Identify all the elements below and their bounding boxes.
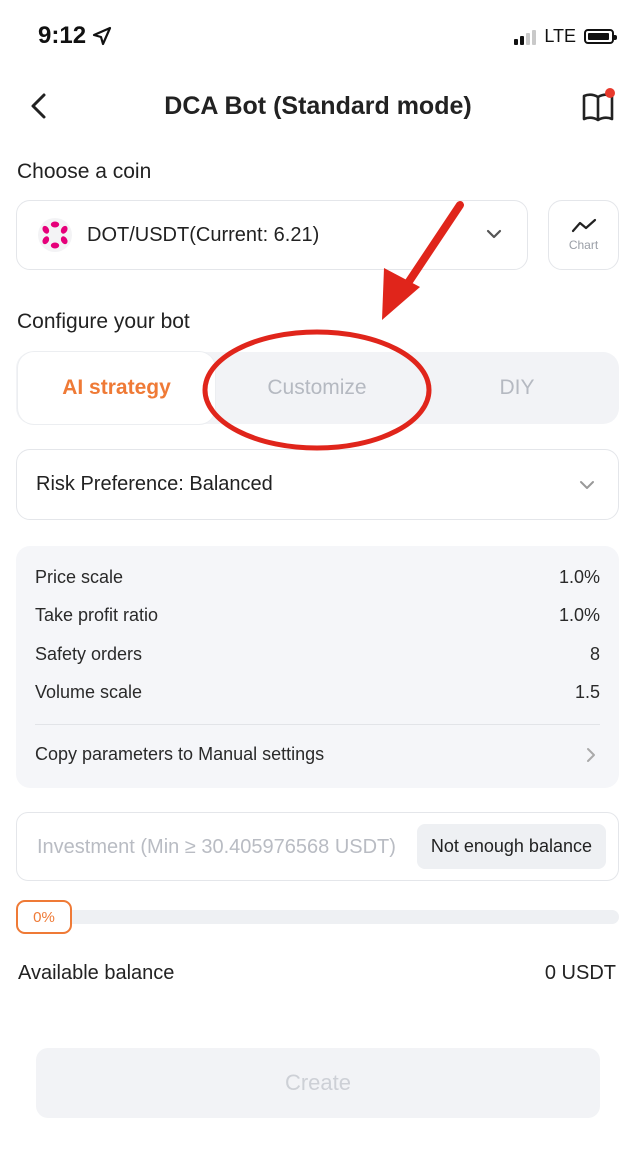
copy-parameters-label: Copy parameters to Manual settings [35, 744, 325, 764]
choose-coin-label: Choose a coin [17, 160, 152, 183]
annotation-arrow-head [382, 268, 420, 320]
location-arrow-icon [92, 26, 112, 46]
tab-diy[interactable]: DIY [417, 352, 617, 424]
polkadot-logo-icon [38, 218, 72, 252]
not-enough-balance-label: Not enough balance [430, 836, 592, 856]
status-indicators: LTE [514, 26, 617, 47]
risk-preference-selector[interactable]: Risk Preference: Balanced [16, 449, 619, 520]
chevron-down-icon [486, 229, 502, 239]
coin-selector[interactable]: DOT/USDT(Current: 6.21) [16, 200, 528, 270]
param-row-price-scale: Price scale 1.0% [35, 567, 600, 588]
not-enough-balance-button[interactable]: Not enough balance [416, 824, 606, 869]
status-time-text: 9:12 [38, 22, 87, 49]
coin-pair-text: DOT/USDT(Current: 6.21) [87, 223, 320, 246]
investment-slider-handle[interactable]: 0% [16, 900, 72, 934]
investment-input[interactable] [35, 813, 409, 880]
available-balance-label: Available balance [18, 962, 175, 984]
param-value: 1.0% [558, 605, 600, 625]
available-balance-value: 0 USDT [544, 962, 616, 984]
copy-parameters-link[interactable]: Copy parameters to Manual settings [35, 744, 600, 765]
param-label: Volume scale [35, 682, 143, 702]
param-label: Take profit ratio [35, 605, 159, 625]
create-button-label: Create [284, 1070, 352, 1095]
param-value: 1.0% [558, 567, 600, 587]
param-row-safety-orders: Safety orders 8 [35, 644, 600, 665]
strategy-tabs: AI strategy Customize DIY [16, 352, 619, 424]
page-title: DCA Bot (Standard mode) [164, 92, 472, 120]
param-row-take-profit: Take profit ratio 1.0% [35, 605, 600, 626]
tab-ai-strategy-label: AI strategy [62, 376, 171, 399]
chevron-down-icon [580, 481, 594, 489]
chevron-right-icon [587, 747, 595, 762]
parameters-panel: Price scale 1.0% Take profit ratio 1.0% … [16, 546, 619, 788]
tab-ai-strategy[interactable]: AI strategy [18, 352, 215, 424]
chart-line-icon [571, 218, 596, 233]
tab-customize-label: Customize [267, 376, 367, 399]
slider-percent-label: 0% [33, 908, 55, 926]
network-label: LTE [544, 26, 576, 46]
configure-bot-label: Configure your bot [17, 310, 190, 333]
guide-button[interactable] [580, 88, 616, 124]
status-time: 9:12 [38, 22, 112, 50]
create-button[interactable]: Create [36, 1048, 600, 1118]
investment-slider-track[interactable] [16, 910, 619, 924]
signal-icon [514, 29, 537, 45]
param-label: Price scale [35, 567, 124, 587]
chart-button[interactable]: Chart [548, 200, 619, 270]
chart-button-label: Chart [568, 238, 599, 252]
tab-customize[interactable]: Customize [217, 352, 417, 424]
battery-icon [584, 29, 617, 44]
param-row-volume-scale: Volume scale 1.5 [35, 682, 600, 703]
investment-field-container: Not enough balance [16, 812, 619, 881]
divider [35, 724, 600, 725]
param-label: Safety orders [35, 644, 143, 664]
param-value: 8 [589, 644, 600, 664]
tab-diy-label: DIY [499, 376, 535, 399]
guide-book-icon [582, 88, 615, 122]
risk-preference-text: Risk Preference: Balanced [36, 473, 273, 495]
param-value: 1.5 [574, 682, 600, 702]
